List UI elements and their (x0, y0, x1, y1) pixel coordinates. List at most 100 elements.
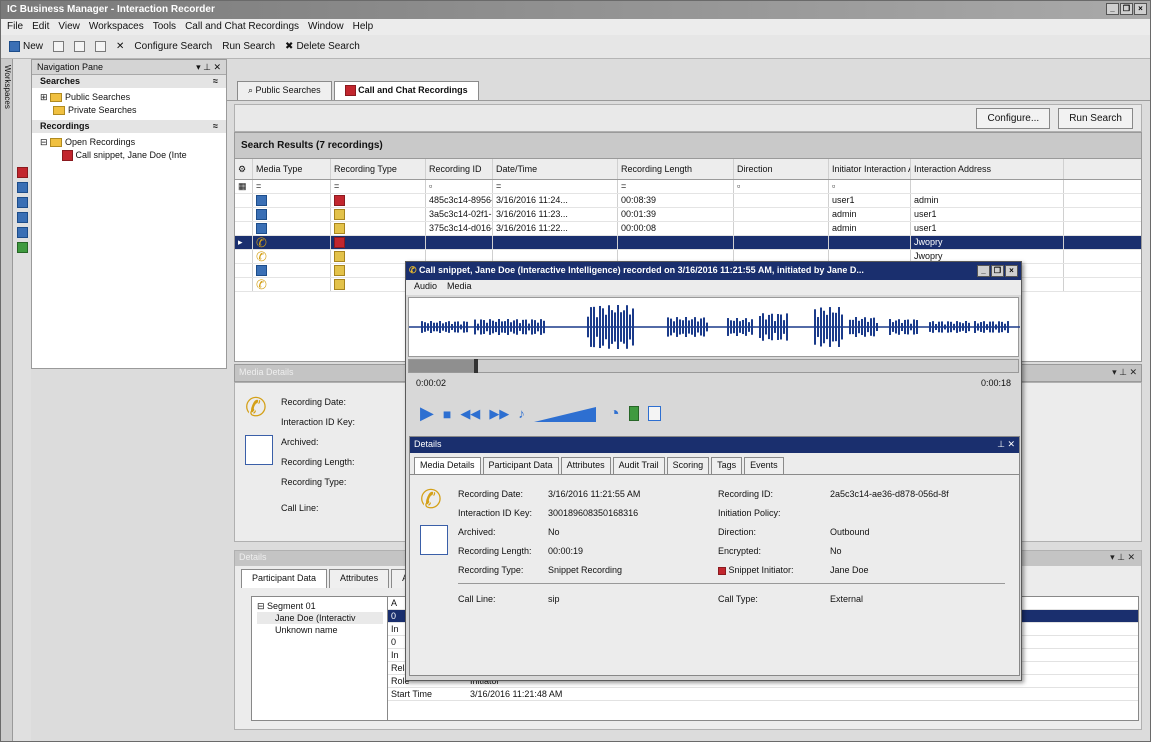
new-button[interactable]: New (9, 41, 43, 52)
cut-button[interactable] (53, 41, 65, 52)
volume-icon[interactable]: ♪ (518, 406, 525, 421)
paste-button[interactable] (95, 41, 107, 52)
filter-cell[interactable]: ▫ (734, 180, 829, 193)
tab-public-searches[interactable]: ⌕ Public Searches (237, 81, 332, 100)
settings-icon[interactable] (16, 227, 28, 238)
speed-gauge-icon[interactable]: ◔ (609, 403, 620, 424)
tree-item-private-searches[interactable]: Private Searches (40, 104, 218, 117)
row-marker (235, 194, 253, 207)
playback-scrubber[interactable] (408, 359, 1019, 373)
menu-window[interactable]: Window (308, 21, 344, 33)
tab-attributes[interactable]: Attributes (560, 457, 611, 474)
bookmark-icon[interactable] (628, 406, 639, 421)
waveform-bar (876, 322, 878, 332)
minimize-button[interactable]: _ (1106, 3, 1119, 15)
recordings-icon[interactable] (16, 167, 28, 178)
workspaces-side-tab[interactable]: Workspaces (1, 59, 13, 741)
stop-icon[interactable]: ■ (443, 406, 451, 422)
configure-search-button[interactable]: Configure Search (134, 41, 212, 52)
recordings-section-header[interactable]: Recordings ≈ (32, 120, 226, 133)
waveform-display[interactable] (408, 297, 1020, 357)
waveform-bar (477, 323, 479, 331)
volume-slider[interactable] (533, 405, 600, 423)
grid-options-icon[interactable]: ⚙ (235, 159, 253, 179)
column-header[interactable]: Recording Type (331, 159, 426, 179)
table-row[interactable]: 375c3c14-d016-... 3/16/2016 11:22... 00:… (235, 222, 1141, 236)
searches-section-header[interactable]: Searches ≈ (32, 75, 226, 88)
table-row-selected[interactable]: ▸ ✆ Jwopry (235, 236, 1141, 250)
menu-help[interactable]: Help (353, 21, 374, 33)
filter-cell[interactable] (911, 180, 1064, 193)
minimize-button[interactable]: _ (977, 265, 990, 277)
menu-view[interactable]: View (58, 21, 80, 33)
users-icon[interactable] (16, 212, 28, 223)
tree-node-segment[interactable]: ⊟ Segment 01 (257, 600, 383, 612)
column-header[interactable]: Recording ID (426, 159, 493, 179)
copy-button[interactable] (74, 41, 86, 52)
column-header[interactable]: Initiator Interaction Address (829, 159, 911, 179)
play-icon[interactable]: ▶ (420, 403, 434, 424)
filter-cell[interactable]: = (331, 180, 426, 193)
tab-events[interactable]: Events (744, 457, 784, 474)
waveform-bar (528, 323, 530, 331)
column-header[interactable]: Recording Length (618, 159, 734, 179)
filter-cell[interactable]: = (618, 180, 734, 193)
pane-controls-icon[interactable]: ▾ ⊥ ✕ (1112, 367, 1137, 379)
pin-close-icon[interactable]: ⊥ ✕ (997, 439, 1015, 451)
waveform-bar (998, 321, 1000, 333)
scrubber-thumb[interactable] (473, 359, 478, 373)
pane-pin-icon[interactable]: ▾ ⊥ ✕ (196, 62, 221, 72)
menu-edit[interactable]: Edit (32, 21, 49, 33)
tab-audit-trail[interactable]: Audit Trail (612, 457, 665, 474)
tree-item-open-recordings[interactable]: ⊟ Open Recordings (40, 136, 218, 149)
network-icon[interactable] (16, 242, 28, 253)
filter-cell[interactable]: = (493, 180, 618, 193)
tab-scoring[interactable]: Scoring (666, 457, 710, 474)
waveform-bar (895, 320, 897, 334)
waveform-bar (974, 321, 976, 333)
menu-workspaces[interactable]: Workspaces (89, 21, 144, 33)
rewind-icon[interactable]: ◀◀ (460, 406, 480, 422)
menu-media[interactable]: Media (447, 281, 472, 294)
tab-call-and-chat-recordings[interactable]: Call and Chat Recordings (333, 81, 479, 100)
grid-row[interactable]: Start Time 3/16/2016 11:21:48 AM (388, 688, 1138, 701)
tab-participant-data[interactable]: Participant Data (482, 457, 559, 474)
clipboard-icon[interactable] (647, 406, 661, 421)
close-button[interactable]: × (1134, 3, 1147, 15)
detail-row: Recording Date: 3/16/2016 11:21:55 AM Reco… (410, 485, 1019, 504)
restore-button[interactable]: ❐ (991, 265, 1004, 277)
menu-tools[interactable]: Tools (153, 21, 176, 33)
report-icon[interactable] (16, 197, 28, 208)
restore-button[interactable]: ❐ (1120, 3, 1133, 15)
delete-button[interactable]: ✕ (116, 41, 124, 52)
close-button[interactable]: × (1005, 265, 1018, 277)
table-row[interactable]: 3a5c3c14-02f1-... 3/16/2016 11:23... 00:… (235, 208, 1141, 222)
tree-item-public-searches[interactable]: ⊞ Public Searches (40, 91, 218, 104)
waveform-bar (950, 321, 952, 333)
run-search-button[interactable]: Run Search (1058, 108, 1133, 129)
menu-call-and-chat-recordings[interactable]: Call and Chat Recordings (185, 21, 299, 33)
tab-participant-data[interactable]: Participant Data (241, 569, 328, 588)
menu-file[interactable]: File (7, 21, 23, 33)
delete-search-button[interactable]: ✖ Delete Search (285, 41, 360, 52)
column-header[interactable]: Date/Time (493, 159, 618, 179)
tab-media-details[interactable]: Media Details (414, 457, 481, 474)
table-row[interactable]: 485c3c14-8956-... 3/16/2016 11:24... 00:… (235, 194, 1141, 208)
search-icon[interactable] (16, 182, 28, 193)
filter-cell[interactable]: ▫ (426, 180, 493, 193)
column-header[interactable]: Direction (734, 159, 829, 179)
column-header[interactable]: Media Type (253, 159, 331, 179)
run-search-button[interactable]: Run Search (222, 41, 275, 52)
tree-node-unknown[interactable]: Unknown name (257, 624, 383, 636)
tab-attributes[interactable]: Attributes (329, 569, 390, 588)
menu-audio[interactable]: Audio (414, 281, 437, 294)
pane-controls-icon[interactable]: ▾ ⊥ ✕ (1110, 552, 1135, 563)
configure-button[interactable]: Configure... (976, 108, 1051, 129)
filter-cell[interactable]: = (253, 180, 331, 193)
tree-node-participant[interactable]: Jane Doe (Interactiv (257, 612, 383, 624)
fast-forward-icon[interactable]: ▶▶ (489, 406, 509, 422)
tab-tags[interactable]: Tags (711, 457, 743, 474)
tree-item-call-snippet[interactable]: Call snippet, Jane Doe (Inte (40, 149, 218, 162)
filter-cell[interactable]: ▫ (829, 180, 911, 193)
column-header[interactable]: Interaction Address (911, 159, 1064, 179)
